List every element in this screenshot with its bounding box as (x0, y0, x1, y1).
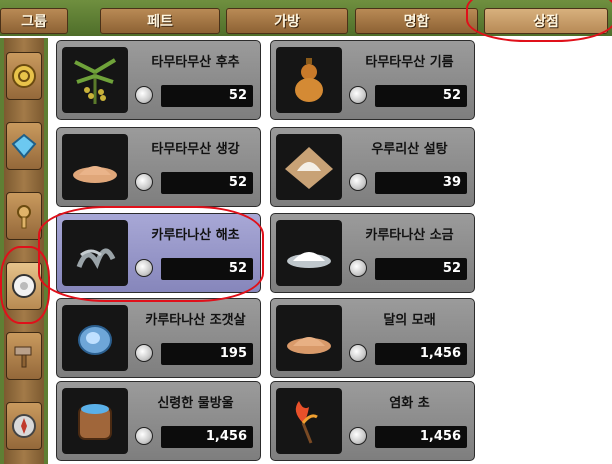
tab-card[interactable]: 명함 (355, 8, 478, 34)
item-price: 52 (375, 85, 467, 107)
item-price: 52 (161, 172, 253, 194)
coin-icon (349, 259, 367, 277)
item-price: 1,456 (375, 343, 467, 365)
pepper-plant-icon (74, 58, 117, 104)
item-name: 카루타나산 조갯살 (145, 313, 246, 328)
sidebar-item-tool[interactable] (6, 192, 42, 240)
shop-item[interactable]: 우루리산 설탕 39 (270, 127, 475, 207)
item-name: 달의 모래 (383, 313, 436, 328)
coin-icon (135, 86, 153, 104)
coin-icon (349, 344, 367, 362)
item-name: 신령한 물방울 (157, 396, 234, 411)
item-thumbnail (62, 305, 128, 371)
sidebar-item-compass[interactable] (6, 402, 42, 450)
sugar-pile-icon (285, 147, 333, 189)
item-thumbnail (62, 134, 128, 200)
item-name: 타무타무산 기름 (365, 55, 454, 70)
item-thumbnail (276, 305, 342, 371)
tab-group[interactable]: 그룹 (0, 8, 68, 34)
item-price: 1,456 (375, 426, 467, 448)
sidebar-item-coin[interactable] (6, 52, 42, 100)
shop-item[interactable]: 타무타무산 후추 52 (56, 40, 261, 120)
item-price: 52 (375, 258, 467, 280)
item-name: 카루타나산 소금 (365, 228, 454, 243)
shop-item[interactable]: 달의 모래 1,456 (270, 298, 475, 378)
item-name: 타무타무산 생강 (151, 142, 240, 157)
shop-item[interactable]: 카루타나산 소금 52 (270, 213, 475, 293)
item-price: 1,456 (161, 426, 253, 448)
annotation-circle-shop-tab (466, 0, 612, 42)
item-name: 염화 초 (389, 396, 430, 411)
moon-sand-icon (287, 337, 331, 354)
compass-icon (12, 414, 36, 438)
item-thumbnail (276, 134, 342, 200)
oil-gourd-icon (295, 58, 323, 102)
shop-item[interactable]: 카루타나산 조갯살 195 (56, 298, 261, 378)
sidebar-item-gem[interactable] (6, 122, 42, 170)
annotation-circle-selected-item (38, 206, 264, 302)
coin-icon (349, 427, 367, 445)
gear-tool-icon (17, 205, 31, 229)
item-name: 우루리산 설탕 (371, 142, 448, 157)
shop-item[interactable]: 염화 초 1,456 (270, 381, 475, 461)
item-price: 195 (161, 343, 253, 365)
item-price: 52 (161, 85, 253, 107)
shop-item[interactable]: 타무타무산 생강 52 (56, 127, 261, 207)
item-name: 타무타무산 후추 (151, 55, 240, 70)
coin-icon (135, 427, 153, 445)
shop-item[interactable]: 신령한 물방울 1,456 (56, 381, 261, 461)
coin-icon (135, 344, 153, 362)
item-thumbnail (62, 388, 128, 454)
clam-meat-icon (78, 325, 112, 355)
item-thumbnail (276, 47, 342, 113)
hammer-icon (14, 346, 32, 368)
diamond-icon (11, 133, 37, 159)
coin-icon (349, 173, 367, 191)
item-price: 39 (375, 172, 467, 194)
tab-pet[interactable]: 페트 (100, 8, 220, 34)
sidebar-item-hammer[interactable] (6, 332, 42, 380)
salt-pile-icon (287, 252, 331, 268)
ginger-powder-icon (73, 166, 117, 183)
coin-icon (135, 173, 153, 191)
item-thumbnail (276, 220, 342, 286)
item-thumbnail (276, 388, 342, 454)
water-barrel-icon (78, 404, 112, 440)
flame-herb-icon (295, 401, 318, 444)
coin-icon (349, 86, 367, 104)
shop-item[interactable]: 타무타무산 기름 52 (270, 40, 475, 120)
item-thumbnail (62, 47, 128, 113)
tab-bag[interactable]: 가방 (226, 8, 348, 34)
coin-ring-icon (12, 64, 36, 88)
